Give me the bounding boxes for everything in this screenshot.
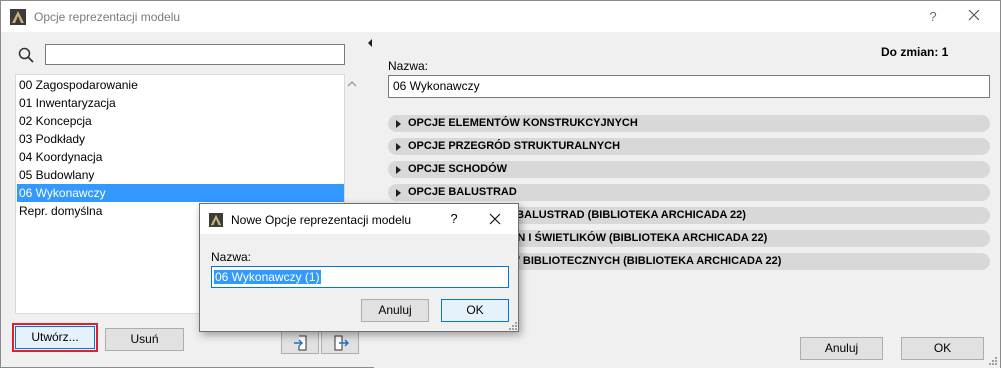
title-bar: Opcje reprezentacji modelu ? [1, 1, 1000, 32]
section-label: OPCJE SCHODÓW [408, 163, 508, 175]
ok-button[interactable]: OK [901, 337, 984, 360]
resize-grip-icon[interactable] [508, 321, 518, 331]
list-item-02[interactable]: 02 Koncepcja [17, 112, 344, 130]
name-label: Nazwa: [388, 59, 429, 73]
name-field[interactable]: 06 Wykonawczy [388, 75, 990, 98]
list-item-03[interactable]: 03 Podkłady [17, 130, 344, 148]
help-icon[interactable]: ? [923, 7, 943, 27]
dialog-name-label: Nazwa: [211, 250, 252, 264]
delete-button[interactable]: Usuń [105, 328, 184, 351]
dialog-title-bar: Nowe Opcje reprezentacji modelu ? [200, 204, 518, 234]
section-label: OPCJE BALUSTRAD [408, 186, 517, 198]
section-label: OPCJE PRZEGRÓD STRUKTURALNYCH [408, 140, 621, 152]
dialog-name-field[interactable]: 06 Wykonawczy (1) [211, 266, 509, 288]
list-item-00[interactable]: 00 Zagospodarowanie [17, 76, 344, 94]
section-composite-walls[interactable]: OPCJE PRZEGRÓD STRUKTURALNYCH [388, 138, 990, 155]
changes-counter: Do zmian: 1 [881, 45, 949, 59]
dialog-name-value: 06 Wykonawczy (1) [214, 270, 321, 284]
close-icon[interactable] [487, 211, 503, 227]
expand-arrow-icon [396, 120, 401, 128]
dialog-ok-button[interactable]: OK [441, 299, 509, 322]
list-item-06-selected[interactable]: 06 Wykonawczy [17, 184, 344, 202]
create-button[interactable]: Utwórz... [15, 326, 95, 349]
list-item-01[interactable]: 01 Inwentaryzacja [17, 94, 344, 112]
collapse-left-icon[interactable] [368, 39, 372, 47]
section-label: OPCJE ELEMENTÓW KONSTRUKCYJNYCH [408, 117, 638, 129]
list-item-04[interactable]: 04 Koordynacja [17, 148, 344, 166]
cancel-button[interactable]: Anuluj [800, 337, 883, 360]
section-railings[interactable]: OPCJE BALUSTRAD [388, 184, 990, 201]
resize-grip-icon[interactable] [988, 356, 998, 366]
dialog-title: Nowe Opcje reprezentacji modelu [231, 213, 412, 227]
search-input[interactable] [45, 44, 345, 65]
expand-arrow-icon [396, 166, 401, 174]
help-icon[interactable]: ? [446, 210, 462, 228]
dialog-cancel-button[interactable]: Anuluj [361, 299, 429, 322]
export-icon [334, 335, 349, 351]
import-icon [294, 335, 307, 351]
scroll-up-icon[interactable] [347, 79, 357, 89]
archicad-app-icon [10, 9, 26, 25]
close-icon[interactable] [964, 7, 984, 27]
new-representation-dialog: Nowe Opcje reprezentacji modelu ? Nazwa:… [199, 203, 519, 332]
import-button[interactable] [281, 331, 319, 354]
search-icon [18, 47, 34, 63]
archicad-app-icon [209, 213, 223, 227]
expand-arrow-icon [396, 143, 401, 151]
section-stairs[interactable]: OPCJE SCHODÓW [388, 161, 990, 178]
section-structural-elements[interactable]: OPCJE ELEMENTÓW KONSTRUKCYJNYCH [388, 115, 990, 132]
expand-arrow-icon [396, 189, 401, 197]
export-button[interactable] [321, 331, 359, 354]
window-title: Opcje reprezentacji modelu [34, 10, 181, 24]
list-item-05[interactable]: 05 Budowlany [17, 166, 344, 184]
